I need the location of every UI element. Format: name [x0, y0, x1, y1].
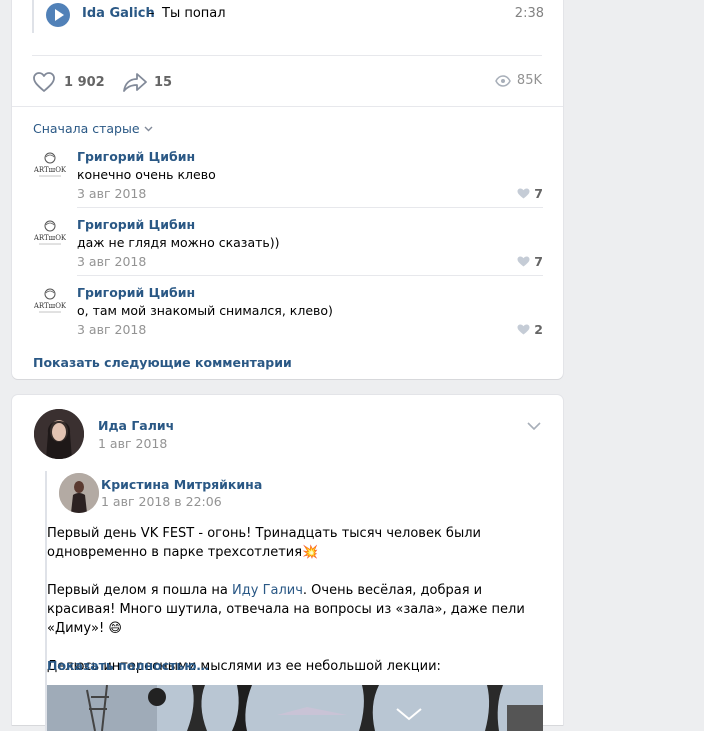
show-full-link[interactable]: Показать полностью… [47, 658, 209, 673]
comment-item: ARTшOK Григорий Цибин о, там мой знакомы… [33, 285, 543, 353]
smile-emoji: 😄 [108, 621, 122, 636]
comment-like-button[interactable]: 2 [517, 322, 543, 337]
share-icon [123, 73, 147, 92]
divider [32, 55, 542, 56]
festival-photo [47, 685, 543, 731]
comments-sort-label: Сначала старые [33, 121, 140, 136]
author-photo [34, 409, 84, 459]
audio-duration: 2:38 [514, 6, 544, 21]
svg-text:ARTшOK: ARTшOK [33, 302, 67, 310]
views-counter: 85K [495, 73, 542, 88]
comment-text: конечно очень клево [77, 167, 216, 182]
avatar[interactable]: ARTшOK [33, 285, 67, 319]
comment-like-button[interactable]: 7 [517, 254, 543, 269]
comment-text: даж не глядя можно сказать)) [77, 235, 280, 250]
audio-title: Ты попал [162, 6, 226, 21]
svg-text:ARTшOK: ARTшOK [33, 234, 67, 242]
repost-block: Кристина Митряйкина 1 авг 2018 в 22:06 П… [45, 471, 545, 731]
comment-text: о, там мой знакомый снимался, клево) [77, 303, 333, 318]
comment-like-count: 7 [534, 254, 543, 269]
artshok-logo-icon: ARTшOK [33, 288, 67, 313]
play-icon[interactable] [46, 3, 70, 27]
post-paragraph-text: Первый делом я пошла на [47, 583, 233, 598]
comment-date[interactable]: 3 авг 2018 [77, 186, 146, 201]
artshok-logo-icon: ARTшOK [33, 152, 67, 177]
avatar[interactable]: ARTшOK [33, 217, 67, 251]
explosion-emoji: 💥 [302, 545, 319, 560]
audio-artist[interactable]: Ida Galich [82, 6, 155, 21]
post-author[interactable]: Ида Галич [98, 418, 174, 433]
artshok-logo-icon: ARTшOK [33, 220, 67, 245]
like-count: 1 902 [64, 74, 105, 90]
heart-icon [517, 324, 530, 335]
eye-icon [495, 74, 511, 87]
avatar[interactable]: ARTшOK [33, 149, 67, 183]
post-photo[interactable] [47, 685, 543, 731]
comment-date[interactable]: 3 авг 2018 [77, 322, 146, 337]
comment-like-button[interactable]: 7 [517, 186, 543, 201]
post-date[interactable]: 1 авг 2018 [98, 436, 167, 451]
heart-icon [517, 256, 530, 267]
share-button[interactable]: 15 [122, 70, 172, 94]
post-paragraph: Первый день VK FEST - огонь! Тринадцать … [47, 524, 545, 562]
show-more-comments-link[interactable]: Показать следующие комментарии [33, 355, 292, 370]
post-card: Ida Galich – Ты попал 2:38 1 902 15 85K … [12, 0, 563, 379]
comment-author[interactable]: Григорий Цибин [77, 285, 195, 300]
post-actions: 1 902 15 85K [32, 70, 542, 94]
post-paragraph-text: Первый день VK FEST - огонь! Тринадцать … [47, 526, 481, 560]
comments-sort-dropdown[interactable]: Сначала старые [33, 121, 153, 136]
mention-link[interactable]: Иду Галич [232, 583, 303, 598]
comment-author[interactable]: Григорий Цибин [77, 217, 195, 232]
post-paragraph: Первый делом я пошла на Иду Галич. Очень… [47, 581, 545, 638]
repost-author[interactable]: Кристина Митряйкина [101, 477, 262, 492]
heart-icon [517, 188, 530, 199]
divider [77, 275, 543, 276]
divider [77, 207, 543, 208]
svg-text:ARTшOK: ARTшOK [33, 166, 67, 174]
divider [12, 106, 563, 107]
post-card: Ида Галич 1 авг 2018 Кристина Митряйкина… [12, 395, 563, 731]
share-count: 15 [154, 74, 173, 90]
chevron-down-icon [144, 126, 153, 131]
heart-icon [33, 72, 55, 92]
repost-date[interactable]: 1 авг 2018 в 22:06 [101, 494, 222, 509]
chevron-down-icon[interactable] [527, 422, 541, 430]
comment-like-count: 7 [534, 186, 543, 201]
avatar[interactable] [59, 473, 99, 513]
views-count: 85K [516, 73, 542, 88]
audio-attachment: Ida Galich – Ты попал 2:38 [32, 0, 544, 33]
like-button[interactable]: 1 902 [32, 70, 105, 94]
comment-author[interactable]: Григорий Цибин [77, 149, 195, 164]
audio-dash: – [148, 6, 155, 21]
comment-like-count: 2 [534, 322, 543, 337]
comment-date[interactable]: 3 авг 2018 [77, 254, 146, 269]
author-photo [59, 473, 99, 513]
avatar[interactable] [34, 409, 84, 459]
